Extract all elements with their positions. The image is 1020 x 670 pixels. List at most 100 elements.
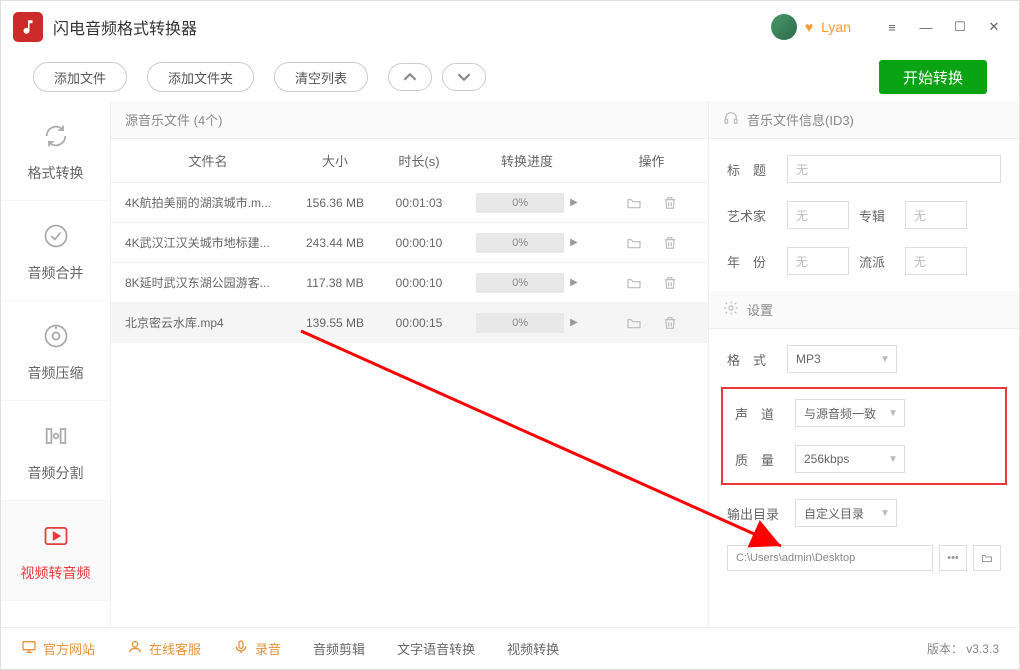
footer-video[interactable]: 视频转换	[507, 639, 559, 658]
footer-record[interactable]: 录音	[233, 639, 281, 658]
compress-icon	[39, 319, 73, 353]
cell-size: 117.38 MB	[291, 276, 379, 290]
delete-icon[interactable]	[659, 312, 681, 334]
user-area: ♥ Lyan ≡ — ☐ ✕	[771, 14, 1007, 40]
sidebar-item-label: 音频分割	[28, 463, 84, 483]
genre-input[interactable]: 无	[905, 247, 967, 275]
settings-title: 设置	[747, 300, 773, 319]
sidebar-item-format-convert[interactable]: 格式转换	[1, 101, 110, 201]
play-icon[interactable]: ▶	[570, 197, 578, 208]
move-down-button[interactable]	[442, 63, 486, 91]
chevron-down-icon: ▼	[880, 508, 890, 519]
open-folder-icon[interactable]	[623, 192, 645, 214]
progress-bar: 0%	[476, 193, 564, 213]
footer-label: 视频转换	[507, 639, 559, 658]
move-up-button[interactable]	[388, 63, 432, 91]
field-format: 格 式 MP3 ▼	[727, 345, 1001, 373]
footer-label: 官方网站	[43, 639, 95, 658]
format-select[interactable]: MP3 ▼	[787, 345, 897, 373]
year-input[interactable]: 无	[787, 247, 849, 275]
delete-icon[interactable]	[659, 192, 681, 214]
table-head: 文件名 大小 时长(s) 转换进度 操作	[111, 139, 708, 183]
genre-label: 流派	[859, 252, 895, 271]
year-label: 年 份	[727, 252, 777, 271]
sidebar: 格式转换 音频合并 音频压缩 音频分割 视频转音频	[1, 101, 111, 627]
progress-bar: 0%	[476, 273, 564, 293]
footer-label: 音频剪辑	[313, 639, 365, 658]
right-panel: 音乐文件信息(ID3) 标 题 无 艺术家 无 专辑 无 年 份 无 流派 无	[709, 101, 1019, 627]
sidebar-item-audio-compress[interactable]: 音频压缩	[1, 301, 110, 401]
table-row[interactable]: 4K航拍美丽的湖滨城市.m...156.36 MB00:01:030%▶	[111, 183, 708, 223]
cell-duration: 00:01:03	[379, 196, 459, 210]
col-duration: 时长(s)	[379, 151, 459, 170]
sidebar-item-label: 视频转音频	[21, 563, 91, 583]
gear-icon	[723, 300, 739, 319]
cell-name: 北京密云水库.mp4	[111, 314, 291, 331]
file-list-header: 源音乐文件 (4个)	[111, 101, 708, 139]
merge-icon	[39, 219, 73, 253]
table-row[interactable]: 4K武汉江汉关城市地标建...243.44 MB00:00:100%▶	[111, 223, 708, 263]
quality-select[interactable]: 256kbps ▼	[795, 445, 905, 473]
field-artist-album: 艺术家 无 专辑 无	[727, 201, 1001, 229]
delete-icon[interactable]	[659, 232, 681, 254]
add-folder-button[interactable]: 添加文件夹	[147, 62, 254, 92]
footer-service[interactable]: 在线客服	[127, 639, 201, 658]
artist-input[interactable]: 无	[787, 201, 849, 229]
cell-duration: 00:00:15	[379, 316, 459, 330]
cell-progress: 0% ▶	[459, 273, 595, 293]
footer-label: 在线客服	[149, 639, 201, 658]
title-input[interactable]: 无	[787, 155, 1001, 183]
footer-site[interactable]: 官方网站	[21, 639, 95, 658]
browse-button[interactable]: •••	[939, 545, 967, 571]
maximize-icon[interactable]: ☐	[947, 14, 973, 40]
start-convert-button[interactable]: 开始转换	[879, 60, 987, 94]
cell-op	[595, 272, 708, 294]
monitor-icon	[21, 639, 37, 658]
cell-op	[595, 192, 708, 214]
table-row[interactable]: 8K延时武汉东湖公园游客...117.38 MB00:00:100%▶	[111, 263, 708, 303]
delete-icon[interactable]	[659, 272, 681, 294]
app-title: 闪电音频格式转换器	[53, 15, 771, 39]
sidebar-item-label: 音频压缩	[28, 363, 84, 383]
table-row[interactable]: 北京密云水库.mp4139.55 MB00:00:150%▶	[111, 303, 708, 343]
outdir-select[interactable]: 自定义目录 ▼	[795, 499, 897, 527]
field-title: 标 题 无	[727, 155, 1001, 183]
avatar[interactable]	[771, 14, 797, 40]
footer-tts[interactable]: 文字语音转换	[397, 639, 475, 658]
play-icon[interactable]: ▶	[570, 317, 578, 328]
cell-name: 8K延时武汉东湖公园游客...	[111, 274, 291, 291]
play-icon[interactable]: ▶	[570, 237, 578, 248]
reorder-group	[388, 63, 486, 91]
play-icon[interactable]: ▶	[570, 277, 578, 288]
output-path[interactable]: C:\Users\admin\Desktop	[727, 545, 933, 571]
sidebar-item-audio-merge[interactable]: 音频合并	[1, 201, 110, 301]
minimize-icon[interactable]: —	[913, 14, 939, 40]
col-progress: 转换进度	[459, 151, 595, 170]
progress-bar: 0%	[476, 313, 564, 333]
cell-duration: 00:00:10	[379, 236, 459, 250]
open-folder-icon[interactable]	[623, 312, 645, 334]
sidebar-item-audio-split[interactable]: 音频分割	[1, 401, 110, 501]
clear-list-button[interactable]: 清空列表	[274, 62, 368, 92]
sidebar-item-label: 音频合并	[28, 263, 84, 283]
open-folder-icon[interactable]	[623, 232, 645, 254]
col-filename: 文件名	[111, 151, 291, 170]
artist-label: 艺术家	[727, 206, 777, 225]
col-operation: 操作	[595, 151, 708, 170]
sidebar-item-video-to-audio[interactable]: 视频转音频	[1, 501, 110, 601]
app-logo	[13, 12, 43, 42]
quality-value: 256kbps	[804, 452, 849, 466]
channel-select[interactable]: 与源音频一致 ▼	[795, 399, 905, 427]
open-folder-icon[interactable]	[623, 272, 645, 294]
add-file-button[interactable]: 添加文件	[33, 62, 127, 92]
footer-cut[interactable]: 音频剪辑	[313, 639, 365, 658]
album-input[interactable]: 无	[905, 201, 967, 229]
highlight-box: 声 道 与源音频一致 ▼ 质 量 256kbps ▼	[721, 387, 1007, 485]
username[interactable]: Lyan	[821, 19, 851, 35]
main-area: 格式转换 音频合并 音频压缩 音频分割 视频转音频 源音乐文件 (4个)	[1, 101, 1019, 627]
open-folder-button[interactable]	[973, 545, 1001, 571]
close-icon[interactable]: ✕	[981, 14, 1007, 40]
table-body: 4K航拍美丽的湖滨城市.m...156.36 MB00:01:030%▶4K武汉…	[111, 183, 708, 343]
outdir-label: 输出目录	[727, 504, 785, 523]
menu-icon[interactable]: ≡	[879, 14, 905, 40]
